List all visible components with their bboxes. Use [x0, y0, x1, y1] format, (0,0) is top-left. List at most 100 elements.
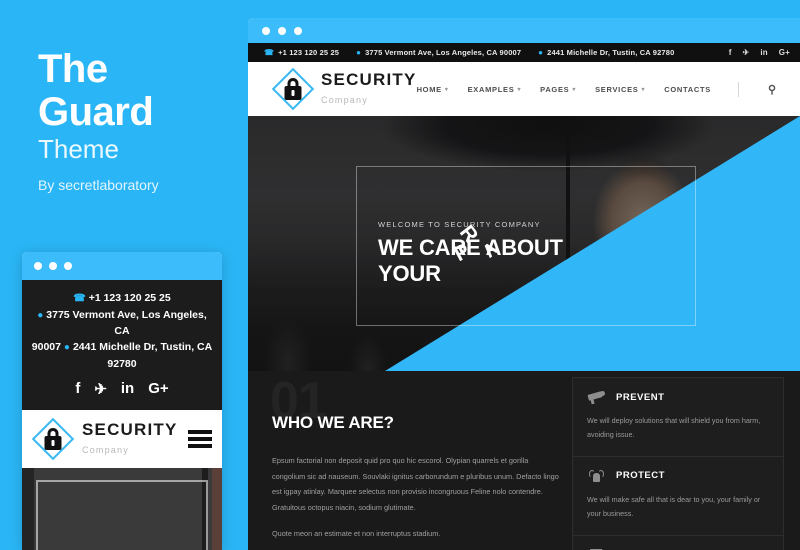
twitter-icon[interactable]: ✈: [743, 48, 750, 57]
padlock-body: [284, 86, 302, 100]
site-logo[interactable]: SECURITY Company: [271, 67, 417, 111]
about-section: 01 WHO WE ARE? Epsum factorial non depos…: [248, 371, 800, 550]
nav-item-services-label: SERVICES: [595, 84, 639, 94]
googleplus-icon[interactable]: G+: [779, 48, 790, 57]
mobile-address-row-2[interactable]: 90007 ● 2441 Michelle Dr, Tustin, CA: [30, 339, 214, 356]
service-card-header: PROTECT: [587, 468, 769, 484]
service-card-protect[interactable]: PROTECT We will make safe all that is de…: [572, 455, 784, 535]
service-card-text: We will deploy solutions that will shiel…: [587, 416, 761, 440]
section-paragraph-2: Quote meon an estimate et non interruptu…: [272, 528, 441, 538]
service-card-header: PROGRESS: [587, 547, 769, 550]
window-dot-close-icon[interactable]: [262, 26, 270, 35]
nav-item-contacts[interactable]: CONTACTS: [664, 85, 711, 94]
window-dot-minimize-icon[interactable]: [278, 26, 286, 35]
map-pin-icon-2: ●: [538, 48, 544, 57]
mobile-contact-strip: ☎ +1 123 120 25 25 ● 3775 Vermont Ave, Los…: [22, 280, 222, 411]
logo-tagline: Company: [321, 94, 368, 105]
mobile-address-3: 2441 Michelle Dr, Tustin, CA: [72, 341, 213, 354]
service-card-progress[interactable]: PROGRESS: [572, 534, 784, 550]
topbar-phone[interactable]: ☎ +1 123 120 25 25: [264, 48, 339, 57]
nav-item-pages[interactable]: PAGES ▾: [540, 85, 576, 94]
mobile-preview-card: ☎ +1 123 120 25 25 ● 3775 Vermont Ave, Los…: [22, 252, 222, 550]
mobile-phone-row[interactable]: ☎ +1 123 120 25 25: [30, 290, 214, 307]
mobile-hero-shadow-left: [22, 468, 34, 550]
window-titlebar: [248, 18, 800, 43]
service-card-title: PROTECT: [616, 470, 665, 482]
googleplus-icon[interactable]: G+: [148, 380, 168, 398]
hamburger-menu-icon[interactable]: [188, 430, 212, 449]
chevron-down-icon: ▾: [641, 86, 646, 93]
window-dot-close-icon: [34, 262, 42, 270]
nav-item-pages-label: PAGES: [540, 84, 570, 94]
nav-divider: [737, 81, 739, 97]
map-pin-icon: ●: [37, 309, 44, 321]
section-paragraph: Epsum factorial non deposit quid pro quo…: [272, 456, 559, 513]
camera-lens: [600, 391, 605, 396]
hamburger-bar-1: [188, 430, 212, 435]
site-navbar: SECURITY Company HOME ▾ EXAMPLES ▾ PAGES…: [248, 62, 800, 116]
mobile-address-2: 90007: [31, 341, 61, 354]
browser-window: ☎ +1 123 120 25 25 ● 3775 Vermont Ave, L…: [248, 18, 800, 550]
padlock-icon: [44, 428, 62, 451]
phone-icon: ☎: [264, 48, 275, 57]
lock-diamond-logo-icon: [271, 67, 315, 111]
site-logo-text: SECURITY Company: [321, 71, 417, 108]
mobile-hero-accent-right: [212, 468, 222, 550]
search-icon[interactable]: ⚲: [768, 83, 777, 96]
padlock-body: [44, 436, 62, 451]
linkedin-icon[interactable]: in: [121, 380, 134, 398]
topbar-social-links: f ✈ in G+: [729, 48, 790, 57]
service-cards: PREVENT We will deploy solutions that wi…: [572, 377, 784, 550]
promo-subtitle: Theme: [38, 134, 119, 164]
nav-item-examples[interactable]: EXAMPLES ▾: [468, 85, 522, 94]
nav-item-home-label: HOME: [416, 84, 442, 94]
topbar-address-1[interactable]: ● 3775 Vermont Ave, Los Angeles, CA 9000…: [356, 48, 521, 57]
logo-name: SECURITY: [82, 419, 178, 439]
promo-title-line1: The: [38, 47, 108, 91]
facebook-icon[interactable]: f: [729, 48, 732, 57]
promo-title: The Guard: [38, 47, 154, 135]
hamburger-bar-3: [188, 444, 212, 449]
nav-item-home[interactable]: HOME ▾: [417, 85, 449, 94]
window-dot-minimize-icon: [49, 262, 57, 270]
mobile-logo-text: SECURITY Company: [82, 421, 180, 458]
hero-heading: WE CARE ABOUT YOUR: [378, 235, 563, 287]
map-pin-icon: ●: [356, 48, 362, 57]
mobile-logo-bar: SECURITY Company: [22, 410, 222, 469]
nav-item-contacts-label: CONTACTS: [664, 84, 711, 94]
nav-menu: HOME ▾ EXAMPLES ▾ PAGES ▾ SERVICES ▾ CON…: [417, 81, 800, 97]
mobile-window-titlebar: [22, 252, 222, 280]
alarm-siren-icon: [587, 468, 607, 484]
map-pin-icon-2: ●: [63, 342, 70, 354]
camera-mount: [590, 398, 595, 405]
mobile-hero-image: [22, 468, 222, 550]
chevron-down-icon: ▾: [444, 86, 449, 93]
siren-wave-left: [589, 469, 595, 478]
section-title: WHO WE ARE?: [272, 413, 394, 432]
service-card-title: PREVENT: [616, 391, 665, 403]
nav-item-examples-label: EXAMPLES: [467, 84, 515, 94]
topbar-address-2-text: 2441 Michelle Dr, Tustin, CA 92780: [547, 48, 675, 57]
facebook-icon[interactable]: f: [75, 380, 80, 398]
hero-rotating-letters: PR∨: [446, 221, 503, 266]
topbar-address-2[interactable]: ● 2441 Michelle Dr, Tustin, CA 92780: [538, 48, 674, 57]
nav-item-services[interactable]: SERVICES ▾: [595, 85, 645, 94]
promo-author: By secretlaboratory: [38, 177, 159, 193]
twitter-icon[interactable]: ✈: [94, 380, 107, 398]
service-card-prevent[interactable]: PREVENT We will deploy solutions that wi…: [572, 377, 784, 456]
mobile-social-links: f ✈ in G+: [30, 380, 214, 398]
mobile-address-1: 3775 Vermont Ave, Los Angeles, CA: [46, 308, 207, 338]
site-topbar: ☎ +1 123 120 25 25 ● 3775 Vermont Ave, L…: [248, 43, 800, 62]
lock-diamond-logo-icon[interactable]: [31, 417, 75, 461]
window-dot-maximize-icon[interactable]: [294, 26, 302, 35]
logo-name: SECURITY: [321, 69, 417, 89]
topbar-phone-text: +1 123 120 25 25: [278, 48, 340, 57]
mobile-address-row-1[interactable]: ● 3775 Vermont Ave, Los Angeles, CA: [30, 307, 214, 340]
promo-title-line2: Guard: [38, 90, 154, 135]
hamburger-bar-2: [188, 437, 212, 442]
who-we-are-block: 01 WHO WE ARE? Epsum factorial non depos…: [270, 375, 562, 538]
chevron-down-icon: ▾: [517, 86, 522, 93]
service-card-header: PREVENT: [587, 389, 769, 405]
siren-wave-right: [598, 469, 604, 478]
linkedin-icon[interactable]: in: [760, 48, 767, 57]
